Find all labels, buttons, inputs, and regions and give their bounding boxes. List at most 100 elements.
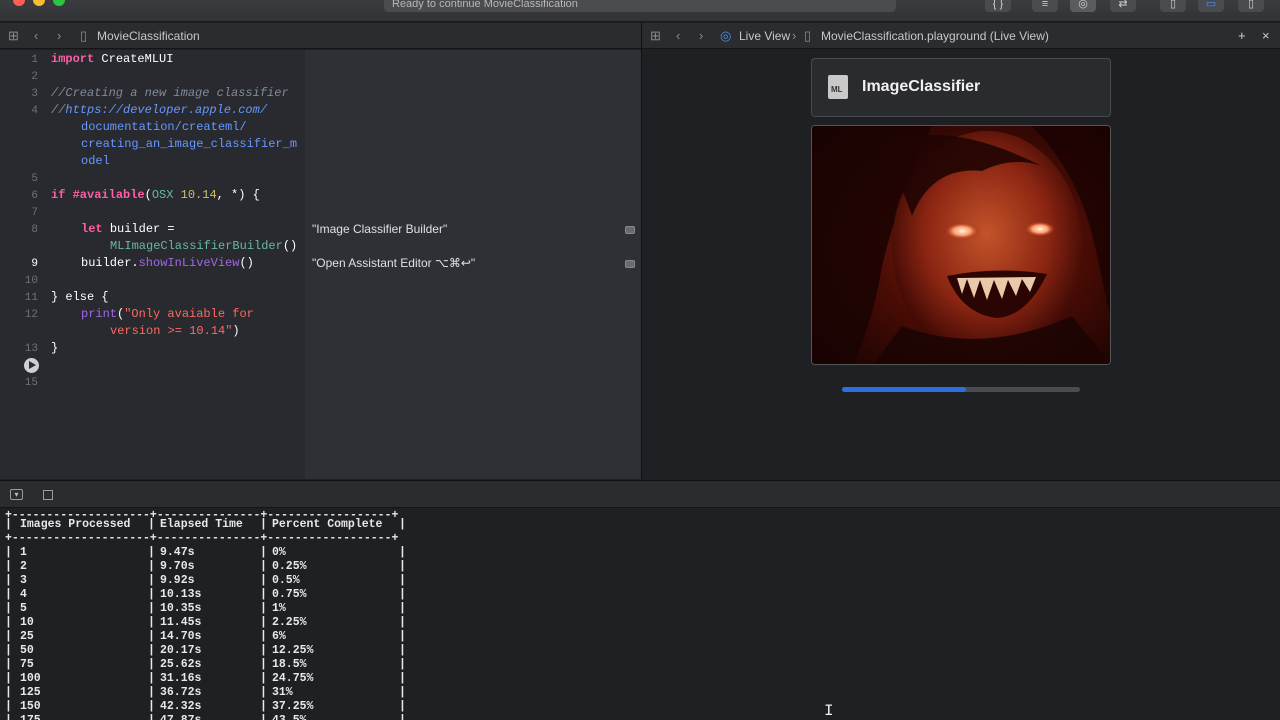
images-processed-cell: 125 — [20, 686, 41, 699]
table-divider: | — [5, 560, 12, 573]
images-processed-cell: 150 — [20, 700, 41, 713]
breadcrumb-playground[interactable]: MovieClassification.playground (Live Vie… — [821, 29, 1049, 43]
hide-debug-area-icon[interactable]: ▾ — [10, 489, 23, 500]
library-button[interactable]: { } — [985, 0, 1011, 12]
code-line[interactable]: builder.showInLiveView() — [81, 256, 254, 273]
code-line-wrap[interactable]: MLImageClassifierBuilder() — [110, 239, 297, 256]
table-divider: | — [5, 658, 12, 671]
line-number: 10 — [24, 275, 38, 287]
close-editor-icon[interactable]: × — [1262, 28, 1270, 43]
table-divider: | — [148, 574, 155, 587]
line-number-current: 9 — [31, 258, 38, 270]
breadcrumb-live-view[interactable]: Live View — [739, 29, 790, 43]
code-line[interactable]: } else { — [51, 290, 109, 307]
table-divider: | — [399, 518, 406, 531]
text-cursor-icon: I — [824, 702, 834, 720]
elapsed-time-cell: 20.17s — [160, 644, 202, 657]
clear-console-icon[interactable] — [43, 490, 53, 500]
code-line[interactable]: //https://developer.apple.com/ — [51, 103, 267, 120]
percent-complete-cell: 12.25% — [272, 644, 314, 657]
elapsed-time-cell: 9.47s — [160, 546, 195, 559]
table-divider: | — [399, 658, 406, 671]
back-chevron-icon[interactable]: ‹ — [34, 28, 38, 43]
toggle-navigator-button[interactable]: ▯ — [1160, 0, 1186, 12]
code-line[interactable]: } — [51, 341, 58, 358]
code-line-wrap[interactable]: odel — [81, 154, 110, 171]
percent-complete-cell: 0.5% — [272, 574, 300, 587]
live-view: ML ImageClassifier — [642, 50, 1280, 479]
code-line-wrap[interactable]: version >= 10.14") — [110, 324, 240, 341]
quick-look-button[interactable] — [625, 226, 635, 234]
table-divider: | — [399, 588, 406, 601]
percent-complete-cell: 6% — [272, 630, 286, 643]
table-divider: | — [399, 546, 406, 559]
code-line[interactable]: import CreateMLUI — [51, 52, 173, 69]
line-number: 4 — [31, 105, 38, 117]
percent-complete-cell: 43.5% — [272, 714, 307, 720]
percent-complete-cell: 18.5% — [272, 658, 307, 671]
minimize-window-button[interactable] — [33, 0, 45, 6]
code-line[interactable]: print("Only avaiable for — [81, 307, 254, 324]
table-divider: | — [148, 714, 155, 720]
code-line[interactable]: if #available(OSX 10.14, *) { — [51, 188, 260, 205]
breadcrumb-file[interactable]: MovieClassification — [97, 29, 200, 43]
table-divider: | — [260, 672, 267, 685]
table-divider: | — [5, 602, 12, 615]
code-line[interactable]: let builder = — [81, 222, 175, 239]
table-divider: | — [5, 630, 12, 643]
toggle-debug-area-button[interactable]: ▭ — [1198, 0, 1224, 12]
line-number: 15 — [24, 377, 38, 389]
table-divider: | — [399, 560, 406, 573]
line-number: 2 — [31, 71, 38, 83]
code-line-wrap[interactable]: documentation/createml/ — [81, 120, 247, 137]
toggle-inspector-button[interactable]: ▯ — [1238, 0, 1264, 12]
elapsed-time-cell: 31.16s — [160, 672, 202, 685]
table-divider: | — [5, 714, 12, 720]
add-editor-icon[interactable]: + — [1238, 28, 1246, 43]
training-progress-bar — [842, 387, 1080, 392]
table-divider: | — [148, 546, 155, 559]
elapsed-time-cell: 10.35s — [160, 602, 202, 615]
percent-complete-cell: 0.25% — [272, 560, 307, 573]
percent-complete-cell: 31% — [272, 686, 293, 699]
version-editor-button[interactable]: ⇄ — [1110, 0, 1136, 12]
quick-look-button[interactable] — [625, 260, 635, 268]
code-line[interactable]: //Creating a new image classifier — [51, 86, 289, 103]
line-number: 13 — [24, 343, 38, 355]
table-divider: | — [260, 714, 267, 720]
table-divider: | — [260, 700, 267, 713]
table-divider: | — [399, 686, 406, 699]
close-window-button[interactable] — [13, 0, 25, 6]
assistant-editor-button[interactable]: ◎ — [1070, 0, 1096, 12]
live-view-icon: ◎ — [720, 28, 732, 43]
related-items-grid-icon[interactable]: ⊞ — [650, 28, 661, 44]
back-chevron-icon[interactable]: ‹ — [676, 28, 680, 43]
forward-chevron-icon[interactable]: › — [699, 28, 703, 43]
source-editor[interactable]: 1 import CreateMLUI 2 3 //Creating a new… — [0, 50, 305, 479]
editor-jump-bar: ⊞ ‹ › ▯ MovieClassification — [0, 23, 641, 49]
related-items-grid-icon[interactable]: ⊞ — [8, 28, 19, 44]
status-text: Ready to continue MovieClassification — [392, 0, 578, 10]
preview-image-graphic — [812, 126, 1110, 364]
activity-status: Ready to continue MovieClassification — [384, 0, 896, 12]
table-divider: | — [399, 714, 406, 720]
training-progress-fill — [842, 387, 966, 392]
table-divider: | — [260, 658, 267, 671]
console-output[interactable]: +--------------------+---------------+--… — [0, 509, 1280, 720]
zoom-window-button[interactable] — [53, 0, 65, 6]
table-divider: | — [260, 546, 267, 559]
run-playground-icon[interactable] — [24, 358, 39, 373]
images-processed-cell: 3 — [20, 574, 27, 587]
standard-editor-button[interactable]: ≡ — [1032, 0, 1058, 12]
code-line-wrap[interactable]: creating_an_image_classifier_m — [81, 137, 297, 154]
table-divider: | — [148, 518, 155, 531]
forward-chevron-icon[interactable]: › — [57, 28, 61, 43]
elapsed-time-cell: 14.70s — [160, 630, 202, 643]
table-divider: | — [260, 560, 267, 573]
table-divider: | — [260, 602, 267, 615]
table-divider: | — [399, 672, 406, 685]
percent-complete-cell: 0% — [272, 546, 286, 559]
images-processed-cell: 4 — [20, 588, 27, 601]
table-divider: | — [148, 644, 155, 657]
elapsed-time-cell: 25.62s — [160, 658, 202, 671]
